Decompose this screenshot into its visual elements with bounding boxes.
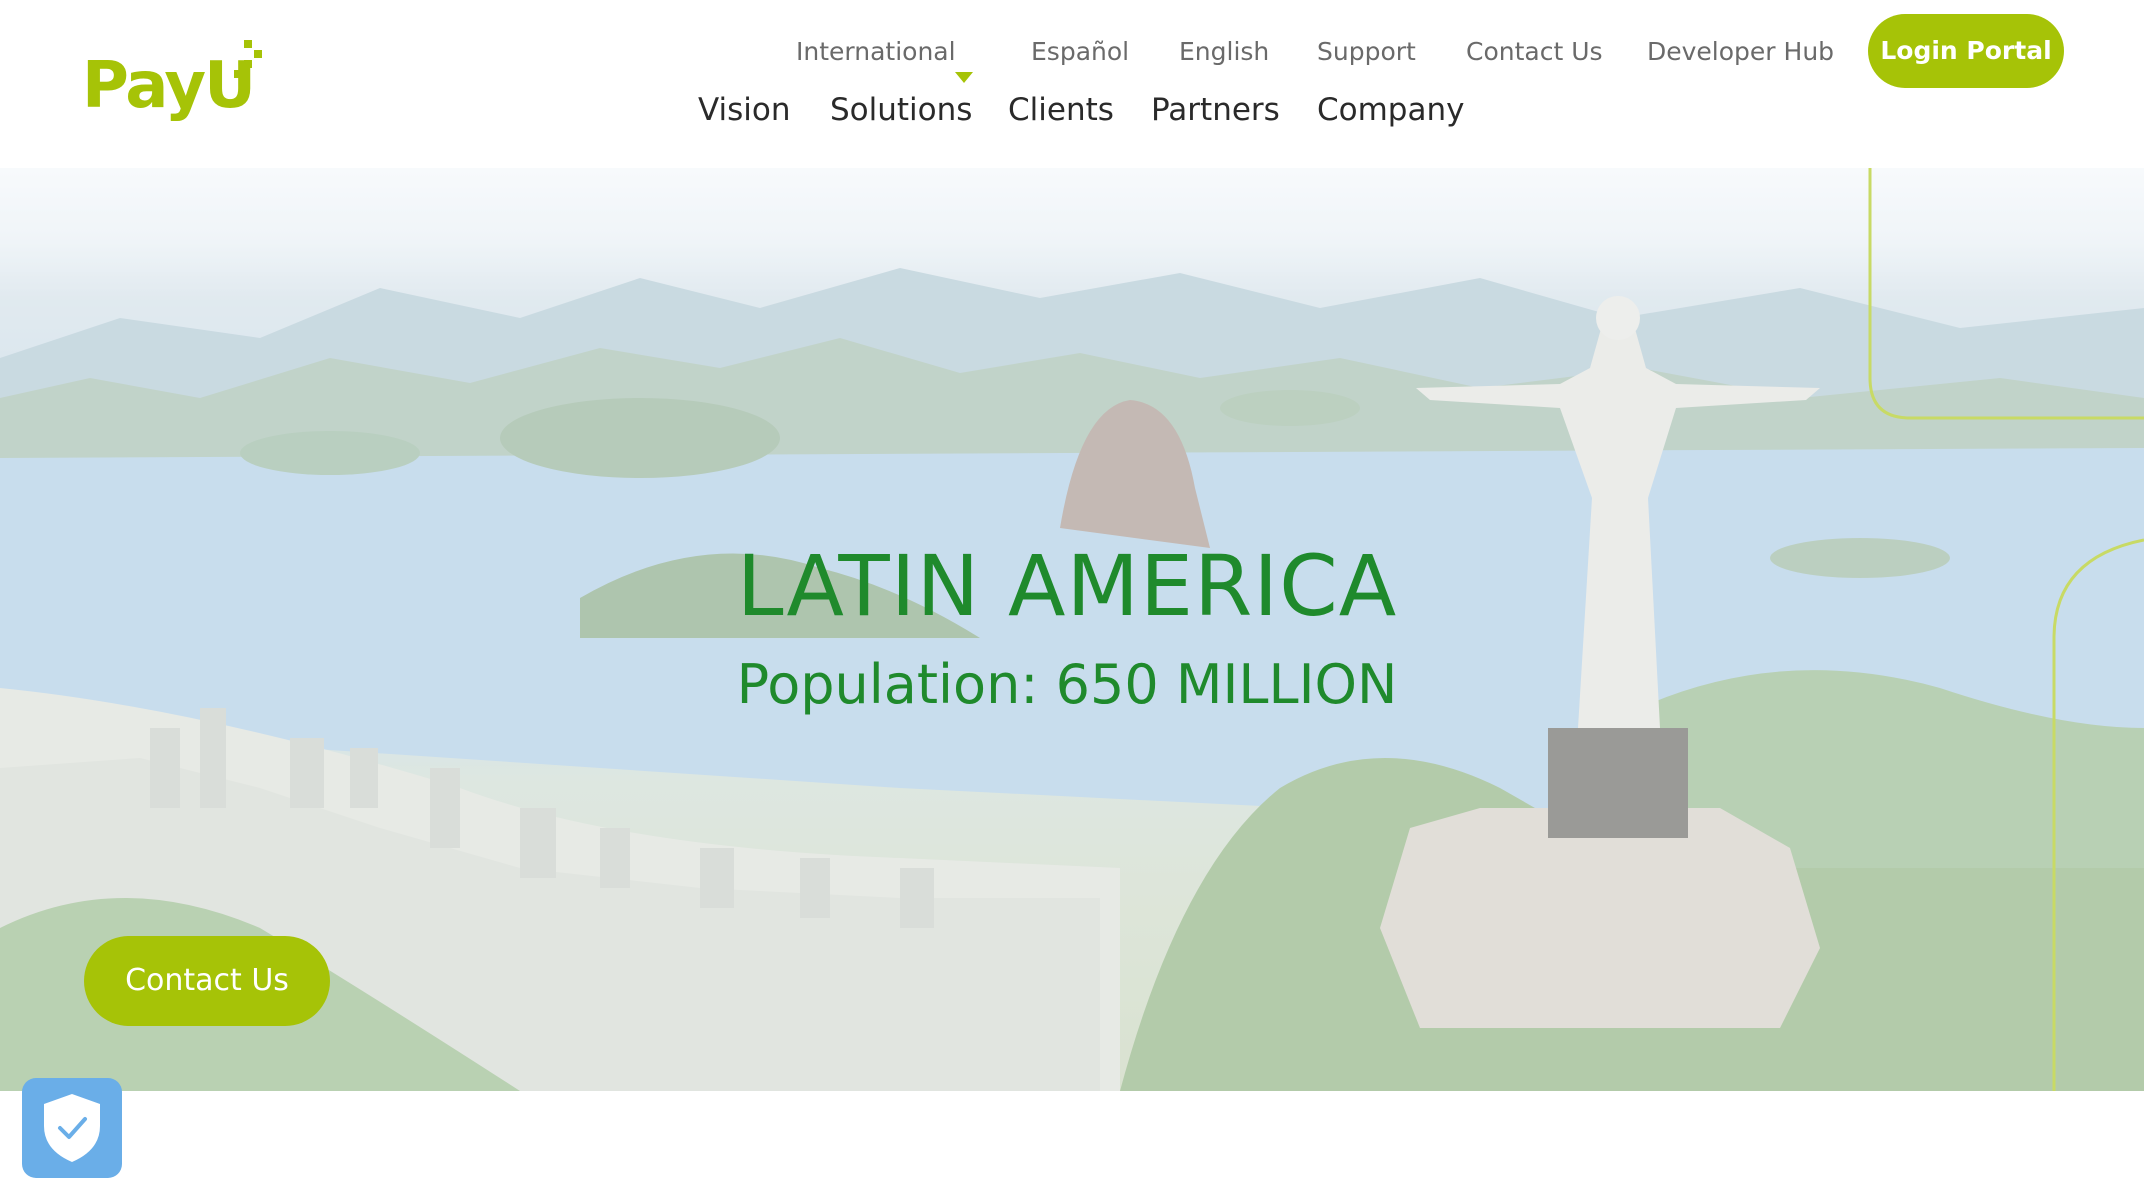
page-content-area [0, 1091, 2144, 1198]
nav-item-company[interactable]: Company [1317, 88, 1464, 132]
nav-item-clients[interactable]: Clients [1008, 88, 1114, 132]
util-link-contact-us[interactable]: Contact Us [1466, 32, 1603, 72]
nav-item-solutions[interactable]: Solutions [830, 88, 972, 132]
main-nav: Vision Solutions Clients Partners Compan… [0, 88, 2144, 132]
nav-item-partners[interactable]: Partners [1151, 88, 1280, 132]
util-link-developer-hub[interactable]: Developer Hub [1647, 32, 1834, 72]
site-header: PayU International Español English Suppo… [0, 0, 2144, 168]
privacy-settings-button[interactable] [22, 1078, 122, 1178]
region-selector[interactable]: International [796, 32, 956, 72]
hero-contact-button[interactable]: Contact Us [84, 936, 330, 1026]
util-link-english[interactable]: English [1179, 32, 1269, 72]
util-link-support[interactable]: Support [1317, 32, 1416, 72]
hero-banner: LATIN AMERICA Population: 650 MILLION Co… [0, 168, 2144, 1091]
login-portal-button[interactable]: Login Portal [1868, 14, 2064, 88]
caret-down-icon[interactable] [955, 72, 973, 83]
nav-item-vision[interactable]: Vision [698, 88, 791, 132]
util-link-espanol[interactable]: Español [1031, 32, 1129, 72]
shield-check-icon [44, 1094, 100, 1162]
hero-subtitle: Population: 650 MILLION [736, 653, 1398, 716]
utility-nav: International Español English Support Co… [0, 32, 2144, 83]
hero-title: LATIN AMERICA [736, 537, 1398, 635]
